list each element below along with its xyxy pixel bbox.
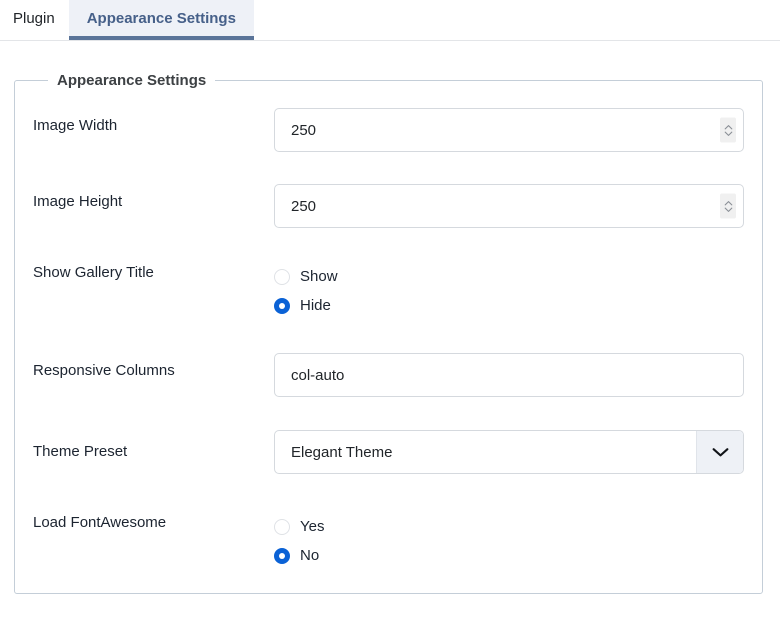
image-height-input[interactable] (275, 185, 743, 227)
radio-option-hide[interactable]: Hide (274, 291, 744, 320)
image-width-label: Image Width (33, 117, 118, 134)
image-height-label: Image Height (33, 193, 123, 210)
show-gallery-title-label: Show Gallery Title (33, 264, 154, 281)
tab-plugin[interactable]: Plugin (0, 0, 69, 40)
responsive-columns-control (274, 353, 744, 397)
radio-label-hide: Hide (300, 297, 331, 314)
field-row-show-gallery-title: Show Gallery Title Show Hide (33, 262, 744, 320)
theme-preset-select[interactable]: Elegant Theme (274, 430, 744, 474)
image-height-control (274, 184, 744, 228)
radio-option-no[interactable]: No (274, 541, 744, 570)
theme-preset-selected-value: Elegant Theme (291, 443, 393, 461)
settings-form: Image Width Image Height (15, 88, 762, 570)
show-gallery-title-radio-group: Show Hide (274, 262, 744, 320)
field-row-theme-preset: Theme Preset Elegant Theme (33, 430, 744, 474)
field-row-responsive-columns: Responsive Columns (33, 353, 744, 397)
radio-option-show[interactable]: Show (274, 262, 744, 291)
tab-plugin-label: Plugin (13, 9, 55, 27)
radio-mark-no[interactable] (274, 547, 290, 564)
image-height-field[interactable] (274, 184, 744, 228)
image-width-field[interactable] (274, 108, 744, 152)
field-row-load-fontawesome: Load FontAwesome Yes No (33, 512, 744, 570)
radio-label-yes: Yes (300, 518, 325, 535)
image-width-stepper[interactable] (720, 117, 736, 143)
radio-mark-yes[interactable] (274, 518, 290, 535)
tab-bar: Plugin Appearance Settings (0, 0, 780, 41)
responsive-columns-label: Responsive Columns (33, 362, 175, 379)
responsive-columns-input[interactable] (275, 354, 743, 396)
chevron-down-icon (712, 448, 728, 457)
radio-mark-hide[interactable] (274, 297, 290, 314)
load-fontawesome-label: Load FontAwesome (33, 514, 167, 531)
responsive-columns-field[interactable] (274, 353, 744, 397)
image-width-input[interactable] (275, 109, 743, 151)
theme-preset-label: Theme Preset (33, 443, 128, 460)
stepper-chevrons-icon (724, 124, 732, 136)
stepper-chevrons-icon (724, 200, 732, 212)
fieldset-legend: Appearance Settings (57, 72, 207, 89)
tab-appearance-settings[interactable]: Appearance Settings (68, 0, 254, 40)
radio-mark-show[interactable] (274, 268, 290, 285)
appearance-settings-fieldset: Appearance Settings Image Width Imag (14, 73, 763, 594)
field-row-image-height: Image Height (33, 184, 744, 228)
load-fontawesome-radio-group: Yes No (274, 512, 744, 570)
theme-preset-dropdown-button[interactable] (696, 431, 743, 473)
radio-label-show: Show (300, 268, 338, 285)
field-row-image-width: Image Width (33, 108, 744, 152)
theme-preset-control: Elegant Theme (274, 430, 744, 474)
radio-label-no: No (300, 547, 320, 564)
image-height-stepper[interactable] (720, 193, 736, 219)
tab-appearance-settings-label: Appearance Settings (86, 9, 236, 27)
image-width-control (274, 108, 744, 152)
radio-option-yes[interactable]: Yes (274, 512, 744, 541)
